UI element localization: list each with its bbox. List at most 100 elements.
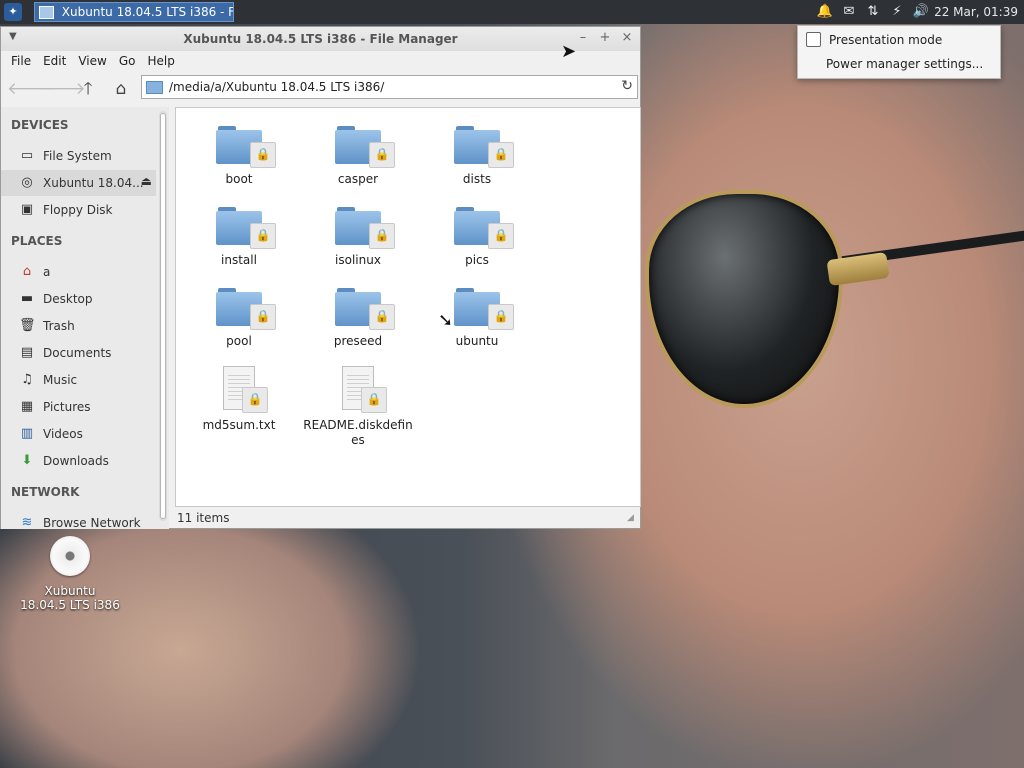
bell-icon[interactable]: 🔔: [816, 3, 834, 21]
window-title: Xubuntu 18.04.5 LTS i386 - File Manager: [183, 32, 458, 46]
locked-folder-icon: 🔒: [335, 288, 395, 330]
file-name: dists: [462, 172, 492, 186]
presentation-mode-label: Presentation mode: [829, 32, 943, 47]
home-icon: ⌂: [22, 264, 32, 279]
whisker-menu-button[interactable]: ✦: [4, 3, 22, 21]
clock[interactable]: 22 Mar, 01:39: [934, 0, 1018, 24]
presentation-mode-toggle[interactable]: Presentation mode: [806, 32, 942, 47]
network-icon[interactable]: ⇅: [864, 3, 882, 21]
menu-edit[interactable]: Edit: [37, 51, 72, 73]
sidebar-item-downloads[interactable]: ⬇ Downloads: [1, 448, 156, 474]
file-item-pool[interactable]: 🔒 pool: [184, 288, 294, 349]
minimize-button[interactable]: –: [574, 29, 592, 47]
power-manager-settings-item[interactable]: Power manager settings...: [826, 57, 983, 71]
sidebar-item-label: Browse Network: [43, 516, 141, 529]
eject-icon[interactable]: ⏏: [141, 174, 152, 188]
sidebar-item-music[interactable]: ♫ Music: [1, 367, 156, 393]
window-titlebar[interactable]: ▼ Xubuntu 18.04.5 LTS i386 - File Manage…: [1, 27, 640, 51]
home-button[interactable]: ⌂: [108, 77, 134, 101]
file-name: ubuntu: [455, 334, 499, 348]
toolbar: 🡐 🡒 🡑 ⌂ /media/a/Xubuntu 18.04.5 LTS i38…: [1, 73, 640, 107]
sidebar-item-home[interactable]: ⌂ a: [1, 259, 156, 285]
menu-go[interactable]: Go: [113, 51, 142, 73]
reload-icon[interactable]: ↻: [621, 78, 633, 94]
sidebar-item-trash[interactable]: 🗑 Trash: [1, 313, 156, 339]
sidebar-item-label: Desktop: [43, 292, 93, 306]
sidebar-item-label: Music: [43, 373, 78, 387]
mail-icon[interactable]: ✉: [840, 3, 858, 21]
sidebar-item-label: Videos: [43, 427, 83, 441]
locked-folder-icon: 🔒: [216, 288, 276, 330]
file-name: isolinux: [335, 253, 381, 267]
link-arrow-icon: ➘: [438, 310, 454, 331]
sidebar-item-label: Xubuntu 18.04...: [43, 176, 144, 190]
file-view[interactable]: 🔒 boot 🔒 casper 🔒 dists 🔒 install 🔒 isol…: [175, 107, 641, 507]
text-file-icon: 🔒: [342, 366, 387, 413]
downloads-icon: ⬇: [21, 453, 33, 468]
drive-icon: ▭: [20, 148, 34, 163]
file-item-dists[interactable]: 🔒 dists: [422, 126, 532, 187]
locked-folder-link-icon: 🔒: [454, 288, 514, 330]
folder-icon: [146, 80, 163, 94]
file-name: pics: [465, 253, 489, 267]
file-item-casper[interactable]: 🔒 casper: [303, 126, 413, 187]
sidebar: DEVICES ▭ File System ◎ Xubuntu 18.04...…: [1, 107, 169, 529]
documents-icon: ▤: [20, 345, 34, 360]
power-icon[interactable]: ⚡: [888, 3, 906, 21]
file-item-pics[interactable]: 🔒 pics: [422, 207, 532, 268]
file-item-boot[interactable]: 🔒 boot: [184, 126, 294, 187]
menu-view[interactable]: View: [72, 51, 112, 73]
file-item-install[interactable]: 🔒 install: [184, 207, 294, 268]
sidebar-item-label: Floppy Disk: [43, 203, 113, 217]
sidebar-item-desktop[interactable]: ▬ Desktop: [1, 286, 156, 312]
close-button[interactable]: ×: [618, 29, 636, 47]
optical-disc-icon: [50, 536, 90, 576]
sidebar-scrollbar-thumb[interactable]: [160, 113, 166, 519]
file-item-md5sum[interactable]: 🔒 md5sum.txt: [184, 366, 294, 433]
sidebar-item-browse-network[interactable]: ≋ Browse Network: [1, 510, 156, 529]
location-bar[interactable]: /media/a/Xubuntu 18.04.5 LTS i386/ ↻: [141, 75, 638, 99]
mouse-cursor-icon: ➤: [561, 41, 577, 62]
sidebar-item-file-system[interactable]: ▭ File System: [1, 143, 156, 169]
menubar: File Edit View Go Help: [1, 51, 640, 73]
file-manager-window: ▼ Xubuntu 18.04.5 LTS i386 - File Manage…: [0, 26, 641, 529]
sidebar-item-xubuntu-disc[interactable]: ◎ Xubuntu 18.04... ⏏: [1, 170, 156, 196]
desktop-icon: ▬: [20, 291, 34, 306]
sidebar-item-documents[interactable]: ▤ Documents: [1, 340, 156, 366]
back-button[interactable]: 🡐: [7, 77, 53, 101]
menu-file[interactable]: File: [5, 51, 37, 73]
sidebar-scrollbar[interactable]: [159, 111, 167, 521]
file-name: install: [221, 253, 257, 267]
sidebar-item-label: Downloads: [43, 454, 109, 468]
file-item-isolinux[interactable]: 🔒 isolinux: [303, 207, 413, 268]
sidebar-item-label: Documents: [43, 346, 112, 360]
desktop-icon-xubuntu-disc[interactable]: Xubuntu 18.04.5 LTS i386: [20, 536, 120, 612]
locked-folder-icon: 🔒: [216, 207, 276, 249]
resize-grip-icon[interactable]: ◢: [627, 513, 634, 523]
volume-icon[interactable]: 🔊: [912, 3, 930, 21]
power-manager-settings-label: Power manager settings...: [826, 57, 984, 71]
videos-icon: ▥: [20, 426, 34, 441]
network-header: NETWORK: [11, 485, 80, 499]
sidebar-item-videos[interactable]: ▥ Videos: [1, 421, 156, 447]
taskbar-window-button[interactable]: Xubuntu 18.04.5 LTS i386 - Fi...: [34, 2, 234, 22]
sidebar-item-pictures[interactable]: ▦ Pictures: [1, 394, 156, 420]
disc-icon: ◎: [21, 175, 33, 190]
parent-folder-button[interactable]: 🡑: [75, 77, 101, 101]
text-file-icon: 🔒: [223, 366, 268, 413]
presentation-mode-checkbox[interactable]: [806, 32, 821, 47]
trash-icon: 🗑: [19, 318, 36, 333]
locked-folder-icon: 🔒: [454, 207, 514, 249]
file-name: casper: [337, 172, 379, 186]
forward-button[interactable]: 🡒: [40, 77, 86, 101]
file-item-preseed[interactable]: 🔒 preseed: [303, 288, 413, 349]
maximize-button[interactable]: +: [596, 29, 614, 47]
sidebar-item-label: File System: [43, 149, 112, 163]
locked-folder-icon: 🔒: [335, 207, 395, 249]
folder-icon: [39, 5, 54, 19]
locked-folder-icon: 🔒: [216, 126, 276, 168]
file-item-readme[interactable]: 🔒 README.diskdefines: [303, 366, 413, 448]
menu-help[interactable]: Help: [141, 51, 180, 73]
sidebar-item-floppy[interactable]: ▣ Floppy Disk: [1, 197, 156, 223]
pictures-icon: ▦: [20, 399, 34, 414]
